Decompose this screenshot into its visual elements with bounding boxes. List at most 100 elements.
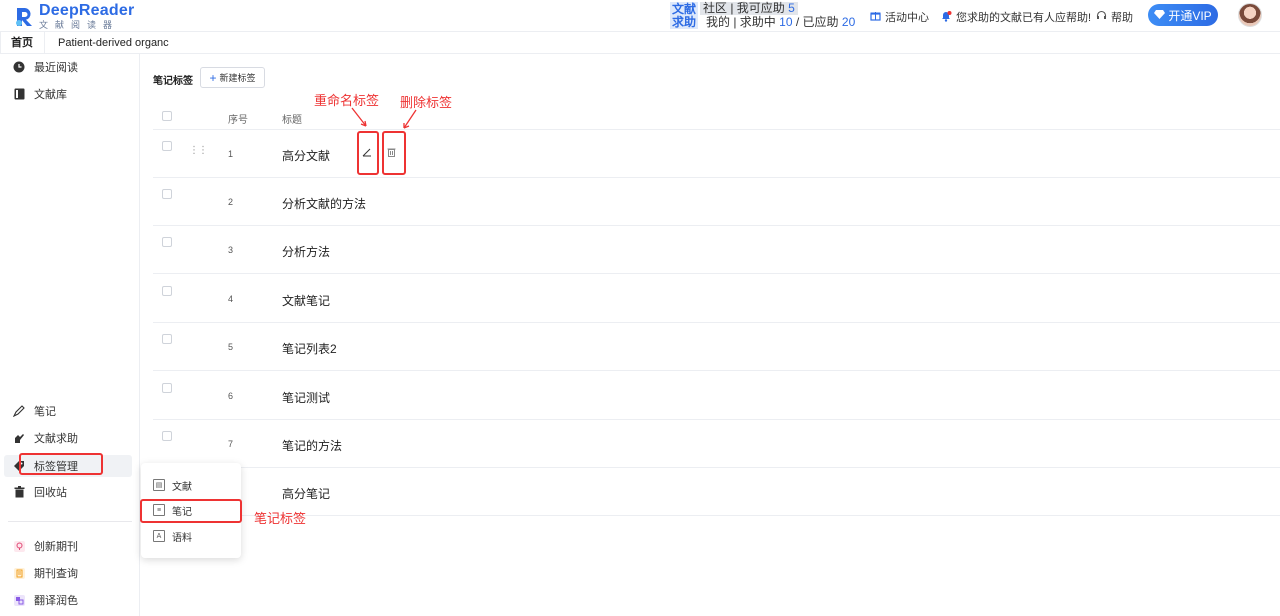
sidebar-item-notes[interactable]: 笔记	[12, 400, 56, 422]
row-title: 笔记的方法	[282, 439, 343, 453]
annotation-box-rename	[357, 131, 379, 175]
sidebar-item-label: 笔记	[34, 406, 56, 418]
logo-title: DeepReader	[39, 2, 135, 19]
annotation-box-tag-management	[19, 453, 103, 475]
column-title: 标题	[282, 115, 302, 126]
notification[interactable]: 您求助的文献已有人应帮助!	[940, 9, 1091, 25]
row-checkbox[interactable]	[162, 286, 172, 296]
translate-icon	[12, 593, 26, 607]
row-index: 5	[228, 342, 234, 352]
activity-center-label: 活动中心	[885, 12, 929, 24]
app-logo[interactable]: DeepReader 文献阅读器	[14, 3, 134, 30]
community-label: 社区 | 我可应助	[703, 1, 785, 15]
table-row[interactable]: 7 笔记的方法	[153, 420, 1280, 468]
row-checkbox[interactable]	[162, 334, 172, 344]
document-icon: ▤	[153, 479, 165, 491]
slash: /	[795, 15, 800, 29]
tab-bar: 首页 Patient-derived organc	[0, 32, 1280, 54]
vip-button[interactable]: 开通VIP	[1148, 4, 1218, 26]
tab-document[interactable]: Patient-derived organc	[48, 32, 179, 54]
sidebar-item-label: 文献求助	[34, 433, 78, 445]
drag-handle-icon[interactable]: ⋮⋮	[189, 145, 208, 156]
row-title: 分析文献的方法	[282, 197, 367, 211]
annotation-arrow-delete	[403, 109, 417, 129]
row-title: 高分笔记	[282, 487, 331, 501]
book-icon	[12, 87, 26, 101]
table-row[interactable]: 3 分析方法	[153, 226, 1280, 274]
journal-icon	[12, 566, 26, 580]
row-checkbox[interactable]	[162, 431, 172, 441]
sidebar-divider	[8, 521, 132, 522]
sidebar-item-translate[interactable]: 翻译润色	[12, 589, 78, 611]
help-link[interactable]: 帮助	[1096, 9, 1133, 25]
help-label: 帮助	[1111, 12, 1133, 24]
annotation-box-notes-menu	[140, 499, 242, 523]
annotation-arrow-rename	[351, 107, 367, 127]
row-title: 文献笔记	[282, 294, 331, 308]
table-row[interactable]: 5 笔记列表2	[153, 323, 1280, 371]
table-row[interactable]: 6 笔记测试	[153, 372, 1280, 420]
answered-label: 已应助	[802, 15, 839, 29]
sidebar-item-journal-query[interactable]: 期刊查询	[12, 562, 78, 584]
sidebar-item-literature-help[interactable]: 文献求助	[12, 427, 78, 449]
row-index: 7	[228, 439, 234, 449]
row-index: 3	[228, 245, 234, 255]
row-title: 分析方法	[282, 245, 331, 259]
row-checkbox[interactable]	[162, 189, 172, 199]
vip-label: 开通VIP	[1168, 8, 1212, 23]
new-tag-label: 新建标签	[219, 73, 256, 83]
top-bar: DeepReader 文献阅读器 文献 求助 社区 | 我可应助 5 我的 | …	[0, 0, 1280, 32]
sidebar: 最近阅读 文献库 笔记 文献求助 标签管理 回收站 创新期刊 期刊查询 翻译润色	[0, 54, 140, 616]
diamond-icon	[1154, 8, 1166, 22]
annotation-box-delete	[382, 131, 406, 175]
sidebar-item-innovative-journals[interactable]: 创新期刊	[12, 535, 78, 557]
menu-item-label: 语料	[172, 532, 192, 544]
section-title: 笔记标签	[153, 76, 193, 87]
logo-subtitle: 文献阅读器	[39, 20, 120, 30]
sidebar-item-label: 最近阅读	[34, 62, 78, 74]
deepreader-logo-icon	[14, 6, 36, 28]
table-row[interactable]: 2 分析文献的方法	[153, 178, 1280, 226]
bell-icon	[940, 10, 952, 25]
row-title: 笔记列表2	[282, 342, 337, 356]
row-index: 1	[228, 149, 234, 159]
sidebar-item-label: 回收站	[34, 487, 67, 499]
answered-count: 20	[841, 15, 856, 29]
menu-item-corpus[interactable]: A 语料	[153, 527, 192, 545]
community-count: 5	[788, 1, 795, 15]
row-checkbox[interactable]	[162, 237, 172, 247]
annotation-note-tag: 笔记标签	[254, 511, 307, 526]
sidebar-item-recent[interactable]: 最近阅读	[12, 56, 78, 78]
mine-line[interactable]: 我的 | 求助中 10 / 已应助 20	[706, 16, 855, 29]
main-content: 笔记标签 + 新建标签 序号 标题 ⋮⋮ 1 高分文献 2 分析文献的方法 3 …	[140, 54, 1280, 616]
column-index: 序号	[228, 115, 248, 126]
plus-icon: +	[209, 70, 217, 85]
table-row[interactable]: 4 文献笔记	[153, 275, 1280, 323]
user-avatar[interactable]	[1238, 3, 1262, 27]
row-title: 高分文献	[282, 149, 331, 163]
sidebar-item-label: 创新期刊	[34, 541, 78, 553]
trash-icon	[12, 485, 26, 499]
table-row[interactable]: ⋮⋮ 1 高分文献	[153, 130, 1280, 178]
menu-item-label: 文献	[172, 481, 192, 493]
corpus-icon: A	[153, 530, 165, 542]
row-checkbox[interactable]	[162, 383, 172, 393]
sidebar-item-label: 翻译润色	[34, 595, 78, 607]
pen-icon	[12, 404, 26, 418]
mine-pending-count: 10	[779, 15, 793, 29]
sidebar-item-label: 期刊查询	[34, 568, 78, 580]
row-checkbox[interactable]	[162, 141, 172, 151]
menu-item-literature[interactable]: ▤ 文献	[153, 476, 192, 494]
sidebar-item-trash[interactable]: 回收站	[12, 481, 67, 503]
select-all-checkbox[interactable]	[162, 111, 172, 121]
gift-icon	[870, 10, 881, 24]
table-row[interactable]: 高分笔记	[153, 468, 1280, 516]
community-line[interactable]: 社区 | 我可应助 5	[700, 2, 798, 15]
new-tag-button[interactable]: + 新建标签	[200, 67, 265, 88]
row-title: 笔记测试	[282, 391, 331, 405]
mine-label: 我的 | 求助中	[706, 15, 776, 29]
sidebar-item-library[interactable]: 文献库	[12, 83, 67, 105]
tab-home[interactable]: 首页	[0, 32, 45, 54]
notification-text: 您求助的文献已有人应帮助!	[956, 12, 1092, 24]
activity-center-link[interactable]: 活动中心	[870, 9, 929, 25]
